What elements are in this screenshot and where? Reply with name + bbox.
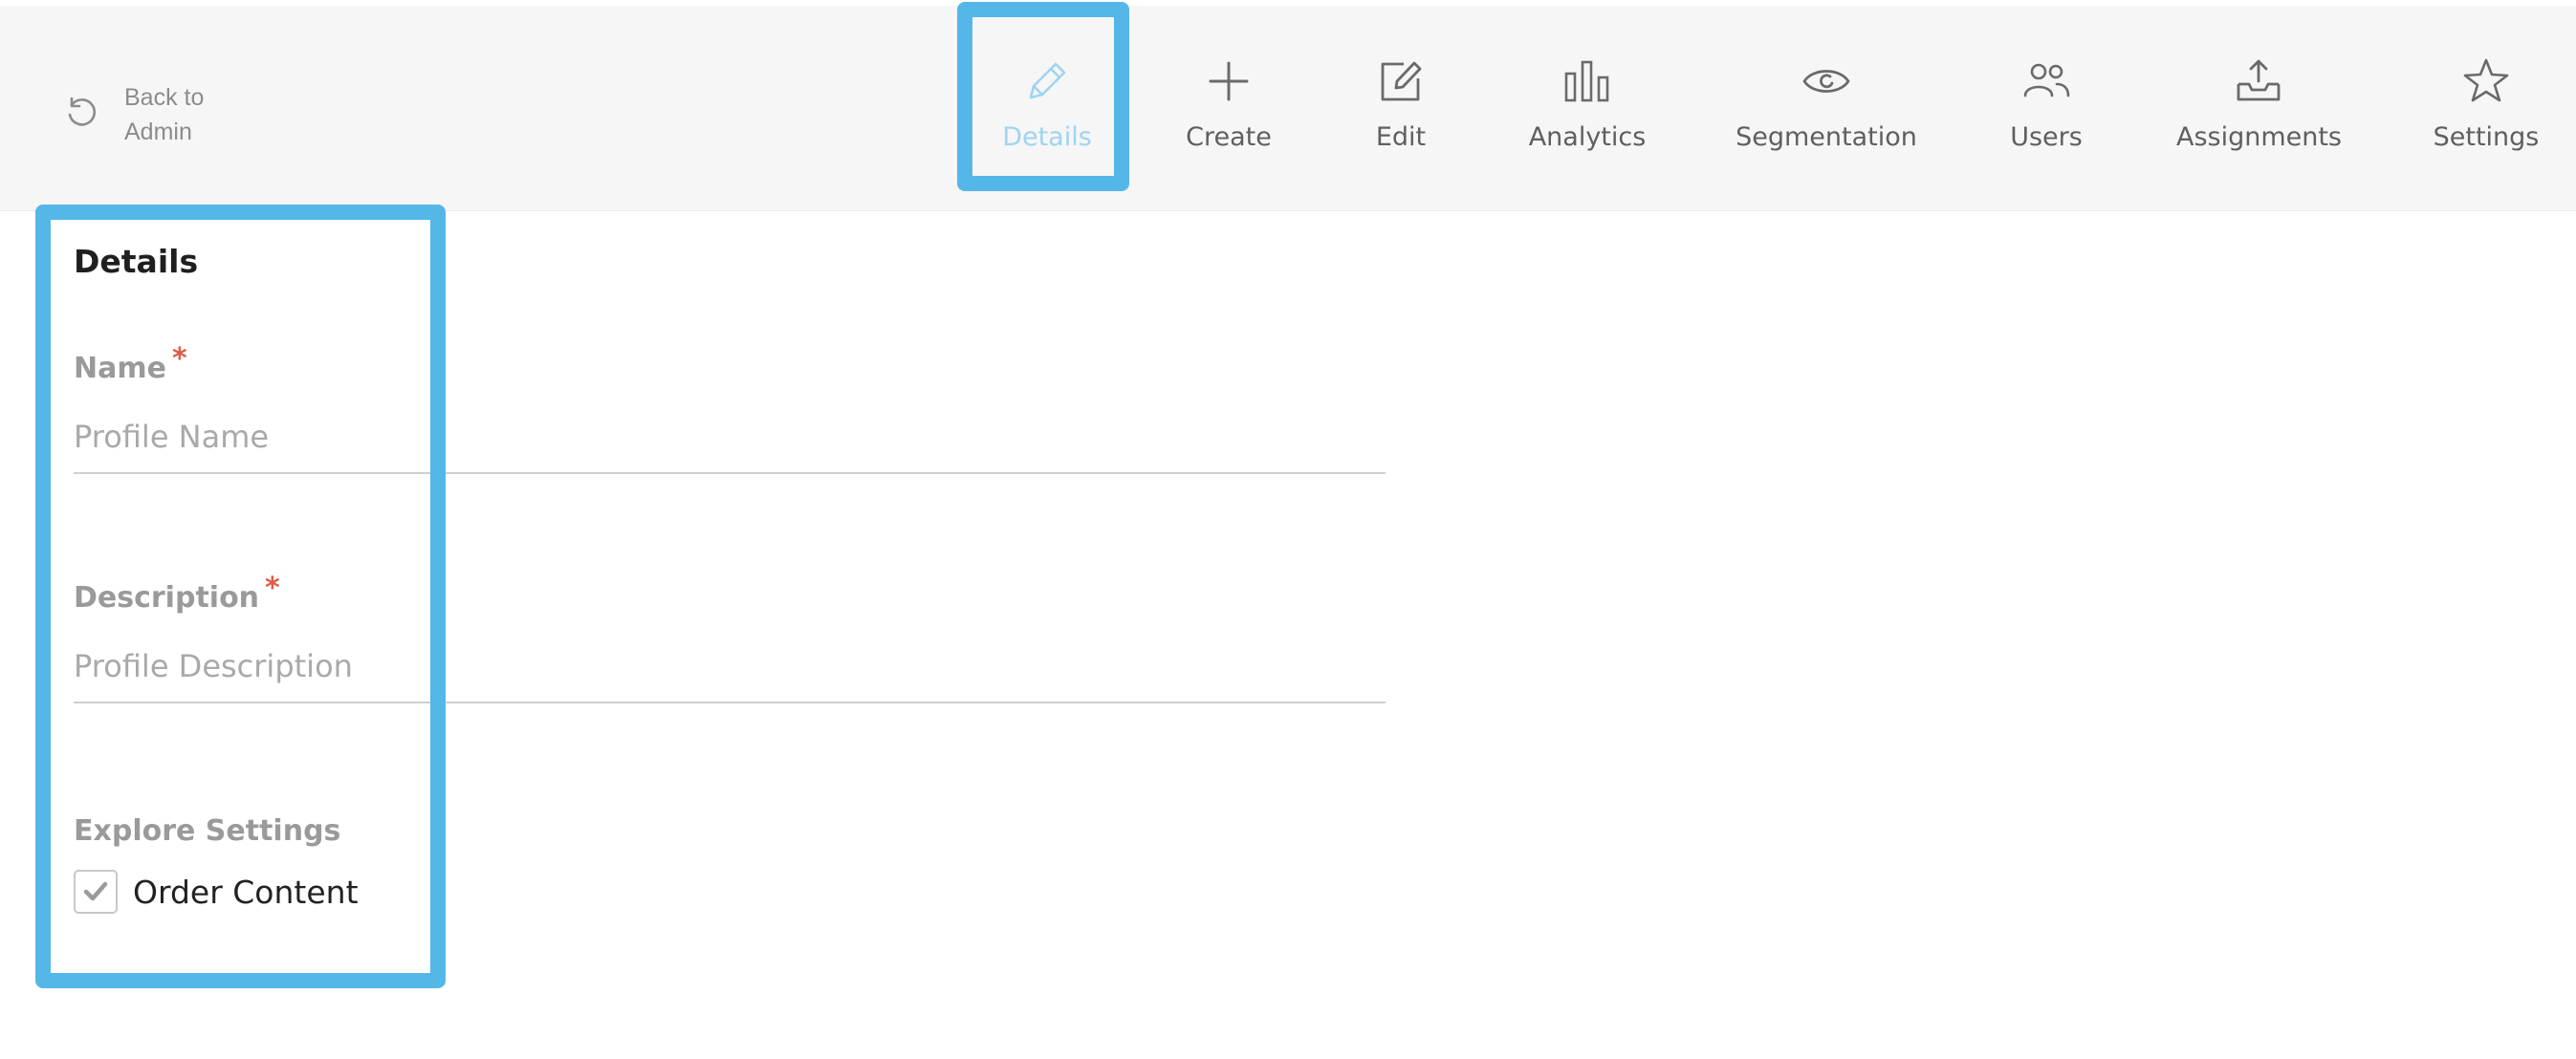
required-mark: * xyxy=(171,342,187,376)
refresh-back-icon xyxy=(68,97,97,126)
back-label-line1: Back to xyxy=(124,84,205,111)
tab-edit-label: Edit xyxy=(1375,122,1427,152)
tab-analytics-label: Analytics xyxy=(1528,122,1647,152)
star-icon xyxy=(2463,58,2509,102)
edit-square-icon xyxy=(1381,61,1422,101)
pencil-icon xyxy=(1029,62,1066,99)
profile-name-input[interactable] xyxy=(74,419,1386,474)
plus-icon xyxy=(1209,61,1249,101)
description-label-text: Description xyxy=(74,581,260,615)
tab-users-label: Users xyxy=(2010,122,2083,152)
tab-create-label: Create xyxy=(1186,122,1272,152)
page: Back to Admin Details Create Edit Analyt… xyxy=(0,0,2576,1059)
tab-details-label: Details xyxy=(1002,122,1092,152)
tab-segmentation-label: Segmentation xyxy=(1736,122,1917,152)
order-content-option[interactable]: Order Content xyxy=(74,870,359,914)
name-field-label: Name * xyxy=(74,342,187,385)
back-to-admin-label: Back to Admin xyxy=(124,80,220,149)
tab-analytics[interactable]: Analytics xyxy=(1520,6,1654,210)
checkmark-icon xyxy=(83,881,108,901)
tab-assignments[interactable]: Assignments xyxy=(2175,6,2343,210)
details-section-title: Details xyxy=(74,243,199,280)
inbox-upload-icon xyxy=(2237,59,2281,101)
tab-settings[interactable]: Settings xyxy=(2434,6,2539,210)
tab-edit[interactable]: Edit xyxy=(1348,6,1453,210)
description-field-label: Description * xyxy=(74,572,280,615)
tab-assignments-label: Assignments xyxy=(2175,122,2343,152)
tab-settings-label: Settings xyxy=(2433,122,2540,152)
required-mark: * xyxy=(265,572,280,605)
tab-details[interactable]: Details xyxy=(966,6,1128,210)
name-label-text: Name xyxy=(74,352,166,385)
tab-users[interactable]: Users xyxy=(1998,6,2094,210)
order-content-checkbox[interactable] xyxy=(74,870,118,914)
explore-settings-label: Explore Settings xyxy=(74,814,341,848)
back-to-admin-link[interactable]: Back to Admin xyxy=(63,80,220,149)
bar-chart-icon xyxy=(1564,60,1609,102)
back-label-line2: Admin xyxy=(124,119,192,145)
order-content-label: Order Content xyxy=(133,873,359,911)
tab-create[interactable]: Create xyxy=(1167,6,1291,210)
tab-segmentation[interactable]: Segmentation xyxy=(1736,6,1917,210)
users-icon xyxy=(2023,63,2070,97)
profile-description-input[interactable] xyxy=(74,648,1386,703)
top-toolbar: Back to Admin Details Create Edit Analyt… xyxy=(0,6,2576,211)
eye-icon xyxy=(1802,70,1850,93)
